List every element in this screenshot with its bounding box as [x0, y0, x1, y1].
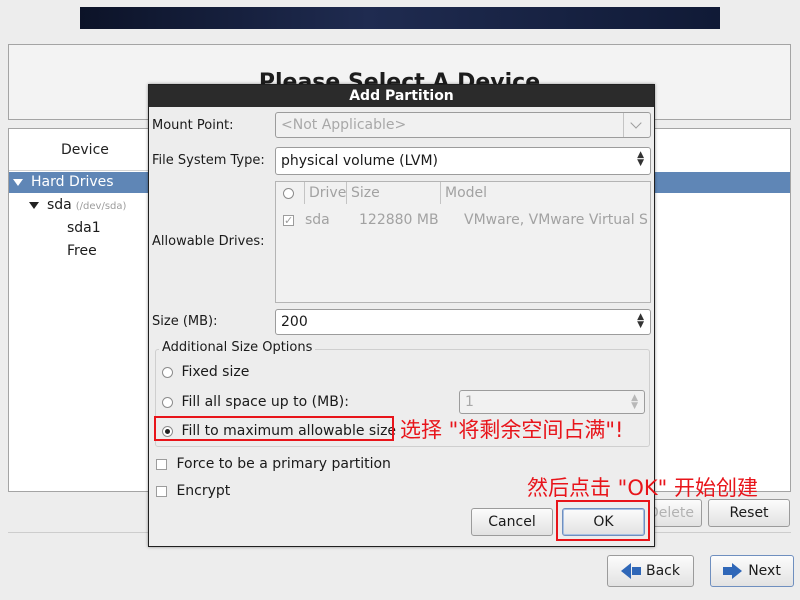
fixed-size-radio[interactable]: Fixed size: [162, 364, 249, 380]
size-value: 200: [281, 314, 308, 330]
checkbox-icon: [156, 485, 167, 497]
device-column-header[interactable]: Device: [9, 129, 149, 171]
fill-up-to-radio[interactable]: Fill all space up to (MB):: [162, 394, 349, 410]
encrypt-label: Encrypt: [176, 483, 231, 499]
back-button[interactable]: Back: [607, 555, 694, 587]
mount-point-combo[interactable]: <Not Applicable>: [275, 112, 651, 138]
primary-partition-checkbox[interactable]: Force to be a primary partition: [156, 456, 391, 472]
radio-icon: [162, 366, 173, 378]
fill-up-to-spinbox[interactable]: 1 ▲ ▼: [459, 390, 645, 414]
fs-type-value: physical volume (LVM): [281, 153, 439, 169]
size-column-header[interactable]: Size: [346, 182, 380, 204]
fs-type-select[interactable]: physical volume (LVM) ▲ ▼: [275, 147, 651, 175]
select-column-header[interactable]: [283, 182, 294, 204]
next-button[interactable]: Next: [710, 555, 794, 587]
group-title: Additional Size Options: [159, 340, 316, 355]
size-label: Size (MB):: [152, 314, 218, 329]
chevron-down-icon: [623, 113, 650, 137]
annotation-note-1: 选择 "将剩余空间占满"!: [400, 418, 624, 442]
size-cell: 122880 MB: [359, 212, 439, 228]
tree-item-label: sda: [47, 197, 72, 213]
expander-icon[interactable]: [29, 201, 39, 209]
model-column-header[interactable]: Model: [440, 182, 487, 204]
fs-type-label: File System Type:: [152, 153, 265, 168]
primary-partition-label: Force to be a primary partition: [176, 456, 391, 472]
reset-button[interactable]: Reset: [708, 499, 790, 527]
annotation-note-2: 然后点击 "OK" 开始创建: [527, 476, 758, 500]
allowable-drives-table: Drive Size Model sda 122880 MB VMware, V…: [275, 181, 651, 303]
fill-up-to-value: 1: [465, 394, 474, 410]
spin-arrows-icon[interactable]: ▲ ▼: [637, 313, 644, 330]
cancel-button[interactable]: Cancel: [471, 508, 553, 536]
spin-arrows-icon: ▲ ▼: [631, 393, 638, 411]
fixed-size-label: Fixed size: [181, 364, 250, 380]
updown-icon: ▲ ▼: [637, 150, 644, 168]
size-spinbox[interactable]: 200 ▲ ▼: [275, 309, 651, 335]
annotation-box-ok: [556, 500, 650, 541]
expander-icon[interactable]: [13, 178, 23, 186]
header-banner: [80, 7, 720, 29]
checkbox-icon: [156, 458, 167, 470]
check-icon: [283, 211, 294, 231]
fill-up-to-label: Fill all space up to (MB):: [181, 394, 349, 410]
radio-icon: [283, 187, 294, 199]
back-arrow-icon: [621, 563, 631, 579]
annotation-box-fill-max: [154, 416, 394, 441]
next-arrow-icon: [732, 563, 743, 579]
drive-cell: sda: [305, 212, 330, 228]
allowable-drives-label: Allowable Drives:: [152, 234, 265, 249]
back-label: Back: [646, 563, 680, 579]
next-label: Next: [748, 563, 781, 579]
tree-item-sda1[interactable]: sda1: [67, 218, 101, 239]
mount-point-value: <Not Applicable>: [281, 117, 407, 133]
dialog-title: Add Partition: [149, 85, 654, 107]
tree-item-free[interactable]: Free: [67, 241, 97, 262]
drive-column-header[interactable]: Drive: [304, 182, 346, 204]
mount-point-label: Mount Point:: [152, 118, 234, 133]
radio-icon: [162, 396, 173, 408]
tree-item-sda[interactable]: sda (/dev/sda): [29, 195, 126, 216]
drive-checkbox[interactable]: [283, 210, 294, 231]
encrypt-checkbox[interactable]: Encrypt: [156, 483, 230, 499]
tree-item-label: Hard Drives: [31, 174, 114, 190]
disk-path: (/dev/sda): [75, 201, 127, 212]
model-cell: VMware, VMware Virtual S: [464, 212, 648, 228]
